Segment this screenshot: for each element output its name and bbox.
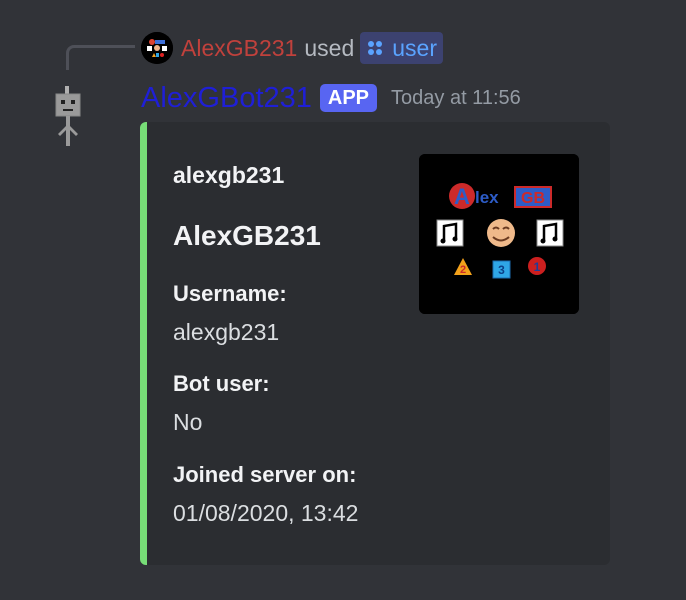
command-name: user xyxy=(392,34,437,61)
field-name: Username: xyxy=(173,281,287,306)
embed-author: alexgb231 xyxy=(173,162,285,188)
field-value: alexgb231 xyxy=(173,319,280,345)
profile-logo-image: A lex GB 2 3 1 xyxy=(419,154,579,314)
slash-command-icon xyxy=(368,41,383,55)
embed-accent-bar xyxy=(140,122,147,565)
invoker-username[interactable]: AlexGB231 xyxy=(181,35,297,62)
logo-text-lex: lex xyxy=(475,188,499,207)
badge-digit-2: 2 xyxy=(460,264,466,276)
embed-field-joined-server: Joined server on: 01/08/2020, 13:42 xyxy=(173,461,358,528)
logo-text-gb: GB xyxy=(521,190,545,207)
slash-command-pill[interactable]: user xyxy=(360,32,443,64)
app-badge: APP xyxy=(319,84,378,112)
field-value: 01/08/2020, 13:42 xyxy=(173,500,359,526)
badge-digit-3: 3 xyxy=(498,263,505,277)
field-name: Bot user: xyxy=(173,371,270,396)
invoker-avatar[interactable] xyxy=(141,32,173,64)
user-info-embed: alexgb231 AlexGB231 Username: alexgb231 … xyxy=(140,122,610,565)
logo-letter-a: A xyxy=(454,184,470,209)
command-invocation-line: AlexGB231 used user xyxy=(141,30,443,66)
embed-field-username: Username: alexgb231 xyxy=(173,280,287,347)
field-value: No xyxy=(173,409,203,435)
embed-title: AlexGB231 xyxy=(173,220,321,251)
message-header: AlexGBot231 APP Today at 11:56 xyxy=(141,80,521,116)
bot-username[interactable]: AlexGBot231 xyxy=(141,82,312,115)
reply-spine xyxy=(66,45,135,70)
embed-thumbnail[interactable]: A lex GB 2 3 1 xyxy=(419,154,579,314)
badge-digit-1: 1 xyxy=(534,260,541,274)
message-timestamp[interactable]: Today at 11:56 xyxy=(391,87,521,110)
used-text: used xyxy=(304,34,355,61)
avatar-image-icon xyxy=(141,32,173,64)
bot-avatar[interactable] xyxy=(48,84,88,146)
embed-field-bot-user: Bot user: No xyxy=(173,370,270,437)
field-name: Joined server on: xyxy=(173,462,357,487)
